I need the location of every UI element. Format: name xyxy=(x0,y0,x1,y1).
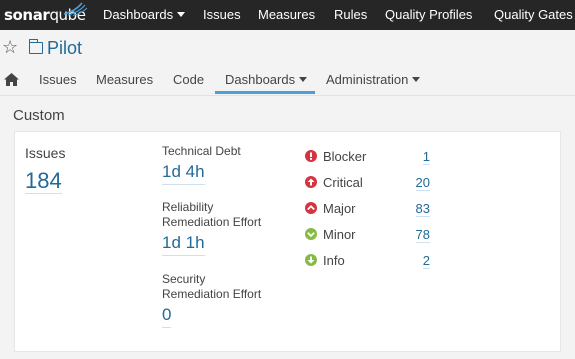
severity-count[interactable]: 83 xyxy=(415,201,430,217)
tab-code[interactable]: Code xyxy=(173,66,204,96)
severity-row-blocker: Blocker 1 xyxy=(305,148,430,166)
topnav-quality-profiles[interactable]: Quality Profiles xyxy=(385,0,472,30)
security-label-line2: Remediation Effort xyxy=(162,287,262,301)
issues-label: Issues xyxy=(25,145,66,161)
caret-down-icon xyxy=(412,77,421,82)
severity-label: Info xyxy=(323,253,345,268)
issues-count[interactable]: 184 xyxy=(25,169,62,194)
major-icon xyxy=(305,202,317,214)
top-navbar: sonarqube Dashboards Issues Measures Rul… xyxy=(0,0,575,30)
severity-label: Critical xyxy=(323,175,363,190)
severity-label: Major xyxy=(323,201,356,216)
severity-label: Minor xyxy=(323,227,356,242)
topnav-dashboards[interactable]: Dashboards xyxy=(103,0,186,30)
sonarqube-logo[interactable]: sonarqube xyxy=(4,0,88,30)
technical-debt-label: Technical Debt xyxy=(162,144,241,158)
active-tab-indicator xyxy=(215,91,315,94)
tab-administration[interactable]: Administration xyxy=(326,66,421,96)
security-label-line1: Security xyxy=(162,272,206,286)
tab-administration-label: Administration xyxy=(326,72,409,87)
caret-down-icon xyxy=(177,12,186,17)
topnav-dashboards-label: Dashboards xyxy=(103,7,174,22)
tab-measures[interactable]: Measures xyxy=(96,66,153,96)
severity-count[interactable]: 2 xyxy=(422,253,430,269)
issues-widget: Issues 184 Technical Debt 1d 4h Reliabil… xyxy=(14,131,561,352)
severity-count[interactable]: 1 xyxy=(422,149,430,165)
topnav-issues[interactable]: Issues xyxy=(203,0,241,30)
logo-waves-icon xyxy=(63,2,88,16)
severity-label: Blocker xyxy=(323,149,367,164)
severity-row-critical: Critical 20 xyxy=(305,174,430,192)
security-remediation-value[interactable]: 0 xyxy=(162,303,172,328)
severity-row-info: Info 2 xyxy=(305,252,430,270)
caret-down-icon xyxy=(299,77,308,82)
critical-icon xyxy=(305,176,317,188)
severity-row-major: Major 83 xyxy=(305,200,430,218)
severity-count[interactable]: 78 xyxy=(415,227,430,243)
minor-icon xyxy=(305,228,317,240)
blocker-icon xyxy=(305,150,317,162)
project-folder-icon xyxy=(29,39,43,54)
project-header: ☆ Pilot Issues Measures Code Dashboards … xyxy=(0,30,575,96)
info-icon xyxy=(305,254,317,266)
home-icon[interactable] xyxy=(4,73,19,86)
topnav-rules[interactable]: Rules xyxy=(334,0,367,30)
dashboard-section-title: Custom xyxy=(13,107,65,124)
reliability-label-line2: Remediation Effort xyxy=(162,215,262,229)
technical-debt-value[interactable]: 1d 4h xyxy=(162,160,205,185)
reliability-remediation-value[interactable]: 1d 1h xyxy=(162,231,205,256)
topnav-quality-gates[interactable]: Quality Gates xyxy=(494,0,573,30)
tab-dashboards-label: Dashboards xyxy=(225,72,296,87)
severity-count[interactable]: 20 xyxy=(415,175,430,191)
severity-row-minor: Minor 78 xyxy=(305,226,430,244)
topnav-measures[interactable]: Measures xyxy=(258,0,315,30)
reliability-label-line1: Reliability xyxy=(162,200,214,214)
logo-text-sonar: sonar xyxy=(4,6,50,24)
tab-issues[interactable]: Issues xyxy=(39,66,77,96)
star-icon[interactable]: ☆ xyxy=(2,38,18,56)
project-title[interactable]: Pilot xyxy=(47,38,82,59)
